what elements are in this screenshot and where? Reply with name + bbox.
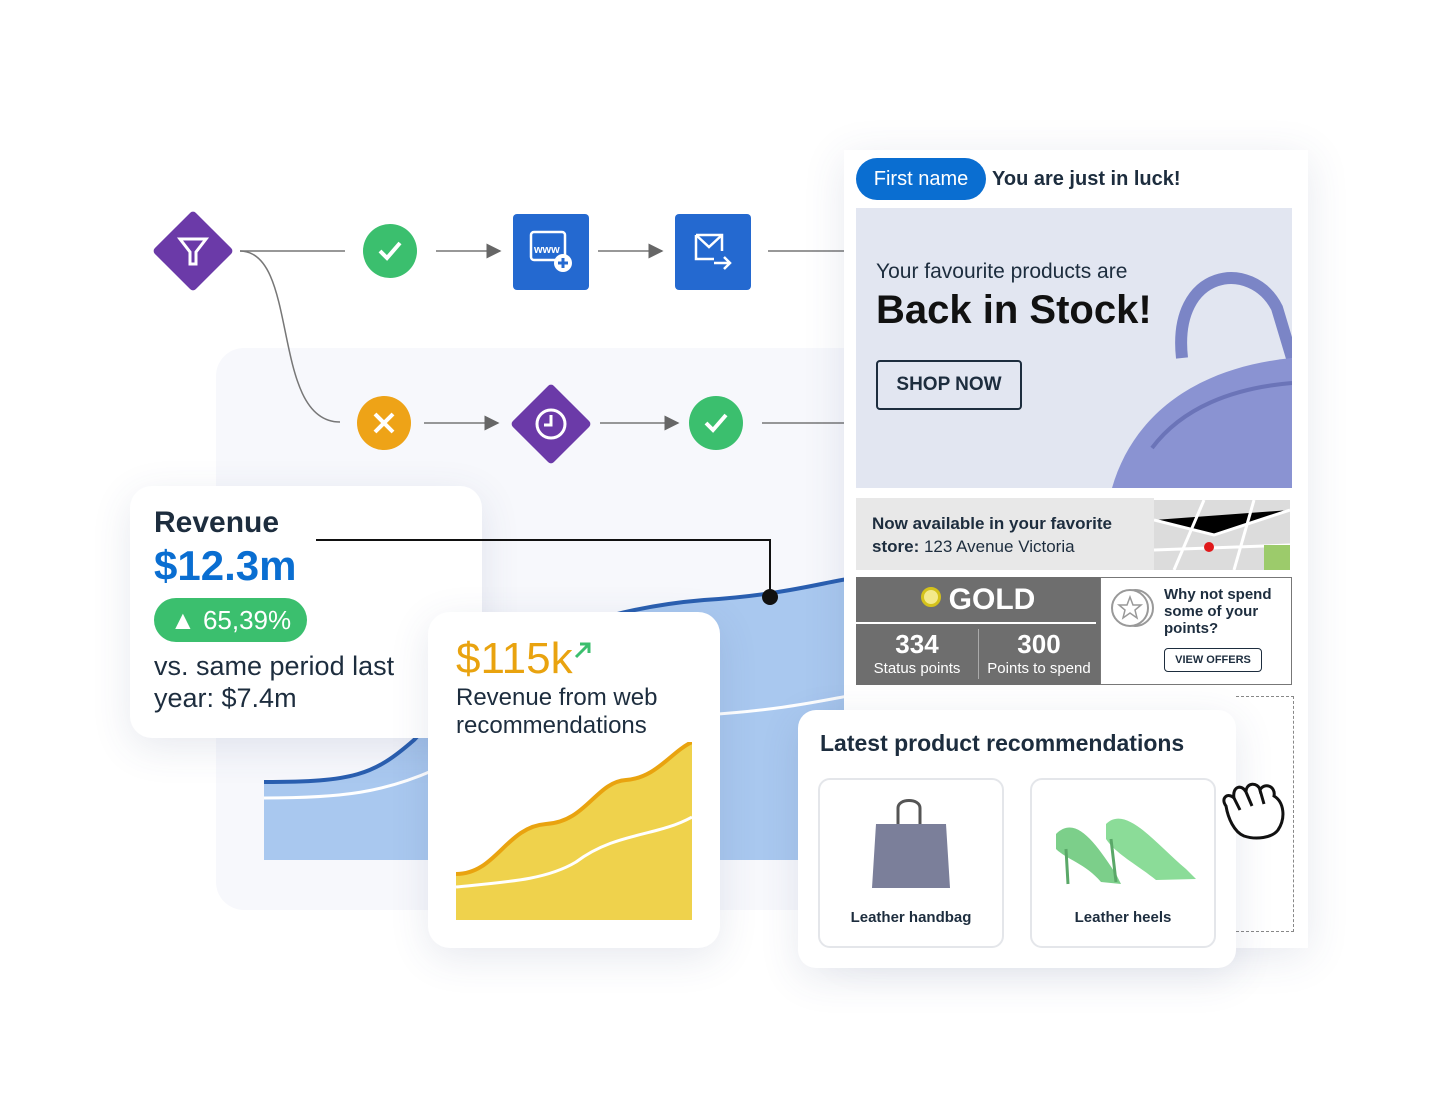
revenue-comparison: vs. same period last year: $7.4m <box>154 651 395 713</box>
first-name-pill[interactable]: First name <box>856 158 986 200</box>
store-map[interactable] <box>1154 500 1290 570</box>
grab-hand-icon <box>1222 782 1285 840</box>
svg-text:www: www <box>533 244 560 256</box>
connector-line <box>316 539 778 605</box>
hero-intro: Your favourite products are <box>876 260 1128 283</box>
change-badge: ▲ 65,39% <box>154 598 308 642</box>
success-node[interactable] <box>363 224 417 278</box>
revenue-title: Revenue <box>154 506 280 539</box>
product-name: Leather handbag <box>850 909 972 926</box>
web-revenue-chart <box>456 742 692 920</box>
arrow-up-right-icon <box>574 642 591 659</box>
cancel-node[interactable] <box>357 396 411 450</box>
store-address: 123 Avenue Victoria <box>923 537 1075 556</box>
tier-name: GOLD <box>948 583 1036 616</box>
filter-icon <box>176 237 210 266</box>
clock-icon <box>535 408 567 440</box>
cancel-icon <box>373 412 395 434</box>
spend-points-label: Points to spend <box>987 660 1091 677</box>
recommendations-card: Latest product recommendations Leather h… <box>798 710 1236 968</box>
product-name: Leather heels <box>1074 909 1172 926</box>
status-points-label: Status points <box>873 660 961 677</box>
web-node[interactable]: www <box>513 214 589 290</box>
gold-coin-icon <box>920 587 941 607</box>
filter-node[interactable] <box>151 209 235 293</box>
wait-node[interactable] <box>509 382 593 466</box>
map-pin-icon <box>1204 542 1214 552</box>
email-forward-icon <box>694 233 732 270</box>
hero-banner: Your favourite products are Back in Stoc… <box>856 208 1292 488</box>
email-node[interactable] <box>675 214 751 290</box>
web-revenue-value: $115k <box>456 634 573 683</box>
check-icon <box>704 413 728 433</box>
success-node-2[interactable] <box>689 396 743 450</box>
view-offers-button[interactable]: VIEW OFFERS <box>1164 648 1262 672</box>
loyalty-tier: GOLD 334 Status points 300 Points to spend <box>856 577 1100 685</box>
hero-title: Back in Stock! <box>876 288 1152 332</box>
product-card[interactable]: Leather handbag <box>818 778 1004 948</box>
spend-points: 300 <box>1017 629 1061 659</box>
web-add-icon: www <box>529 230 572 272</box>
check-icon <box>378 241 402 261</box>
greeting: You are just in luck! <box>992 168 1181 190</box>
web-revenue-label: Revenue from web recommendations <box>456 684 658 739</box>
status-points: 334 <box>895 629 939 659</box>
web-revenue-card: $115k Revenue from web recommendations <box>428 612 720 948</box>
revenue-value: $12.3m <box>154 542 297 589</box>
offer-text: Why not spend some of your points? <box>1164 586 1272 637</box>
store-info: Now available in your favorite store: 12… <box>856 498 1154 570</box>
heels-image <box>1056 818 1196 885</box>
shop-now-button[interactable]: SHOP NOW <box>876 360 1022 410</box>
handbag-image <box>1112 272 1292 488</box>
handbag-image <box>872 799 950 888</box>
offers-box: Why not spend some of your points? VIEW … <box>1100 577 1292 685</box>
product-card[interactable]: Leather heels <box>1030 778 1216 948</box>
star-coin-icon <box>1111 589 1154 627</box>
recommendations-title: Latest product recommendations <box>820 730 1185 756</box>
